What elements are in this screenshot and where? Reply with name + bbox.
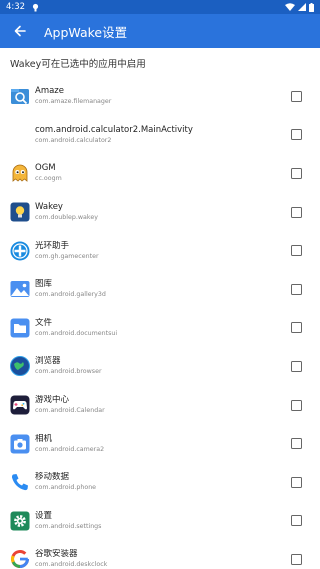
status-time: 4:32 [6,2,26,12]
list-item[interactable]: OGM cc.oogm [0,154,320,193]
app-package: com.android.settings [35,522,102,530]
app-checkbox[interactable] [291,167,302,179]
app-list: Amaze com.amaze.filemanager com.android.… [0,77,320,569]
list-item[interactable]: 游戏中心 com.android.Calendar [0,386,320,425]
app-name: com.android.calculator2.MainActivity [35,124,193,135]
list-item[interactable]: 相机 com.android.camera2 [0,424,320,463]
app-checkbox[interactable] [291,90,302,102]
app-checkbox[interactable] [291,283,302,295]
list-item[interactable]: 谷歌安装器 com.android.deskclock [0,540,320,569]
wifi-icon [285,3,295,11]
app-checkbox[interactable] [291,322,302,334]
page-title: AppWake设置 [44,24,128,40]
app-package: com.android.phone [35,484,97,492]
list-item[interactable]: 图库 com.android.gallery3d [0,270,320,309]
app-name: 文件 [35,317,53,328]
app-package: com.android.camera2 [35,445,105,453]
app-package: cc.oogm [35,175,62,183]
app-name: 浏览器 [35,356,61,367]
app-name: OGM [35,163,56,174]
signal-icon [298,3,306,11]
app-checkbox[interactable] [291,129,302,141]
ogm-ghost-icon [10,163,30,183]
app-checkbox[interactable] [291,515,302,527]
camera-icon [10,434,30,454]
app-name: 谷歌安装器 [35,549,78,560]
blank-icon [10,125,30,145]
app-name: 移动数据 [35,472,70,483]
gallery-icon [10,279,30,299]
app-name: Wakey [35,202,63,213]
list-item[interactable]: 浏览器 com.android.browser [0,347,320,386]
app-checkbox[interactable] [291,206,302,218]
app-package: com.doublep.wakey [35,214,98,222]
google-icon [10,549,30,569]
battery-icon [309,2,314,12]
phone-icon [10,472,30,492]
app-checkbox[interactable] [291,245,302,257]
list-item[interactable]: Wakey com.doublep.wakey [0,193,320,232]
app-bar: AppWake设置 [0,14,320,48]
app-checkbox[interactable] [291,476,302,488]
app-name: 设置 [35,510,53,521]
app-name: 图库 [35,279,53,290]
list-item[interactable]: 文件 com.android.documentsui [0,309,320,348]
app-package: com.android.calculator2 [35,136,112,144]
gamecenter-icon [10,241,30,261]
list-item[interactable]: 移动数据 com.android.phone [0,463,320,502]
gamepad-icon [10,395,30,415]
app-checkbox[interactable] [291,399,302,411]
app-name: 相机 [35,433,53,444]
list-item[interactable]: 设置 com.android.settings [0,502,320,541]
arrow-back-icon [14,25,26,37]
app-package: com.android.documentsui [35,329,118,337]
app-package: com.amaze.filemanager [35,98,112,106]
app-package: com.android.browser [35,368,102,376]
list-item[interactable]: com.android.calculator2.MainActivity com… [0,116,320,155]
notification-icon [32,3,39,12]
back-button[interactable] [10,21,30,41]
app-package: com.android.Calendar [35,407,105,415]
app-checkbox[interactable] [291,438,302,450]
app-name: 游戏中心 [35,395,70,406]
app-checkbox[interactable] [291,360,302,372]
app-name: Amaze [35,86,64,97]
settings-icon [10,511,30,531]
app-checkbox[interactable] [291,553,302,565]
files-icon [10,318,30,338]
list-item[interactable]: 光环助手 com.gh.gamecenter [0,231,320,270]
status-bar: 4:32 [0,0,320,14]
list-item[interactable]: Amaze com.amaze.filemanager [0,77,320,116]
app-package: com.gh.gamecenter [35,252,99,260]
app-package: com.android.gallery3d [35,291,106,299]
section-title: Wakey可在已选中的应用中启用 [10,59,146,70]
wakey-bulb-icon [10,202,30,222]
app-package: com.android.deskclock [35,561,108,569]
browser-icon [10,356,30,377]
app-name: 光环助手 [35,240,70,251]
amaze-icon [10,86,30,106]
